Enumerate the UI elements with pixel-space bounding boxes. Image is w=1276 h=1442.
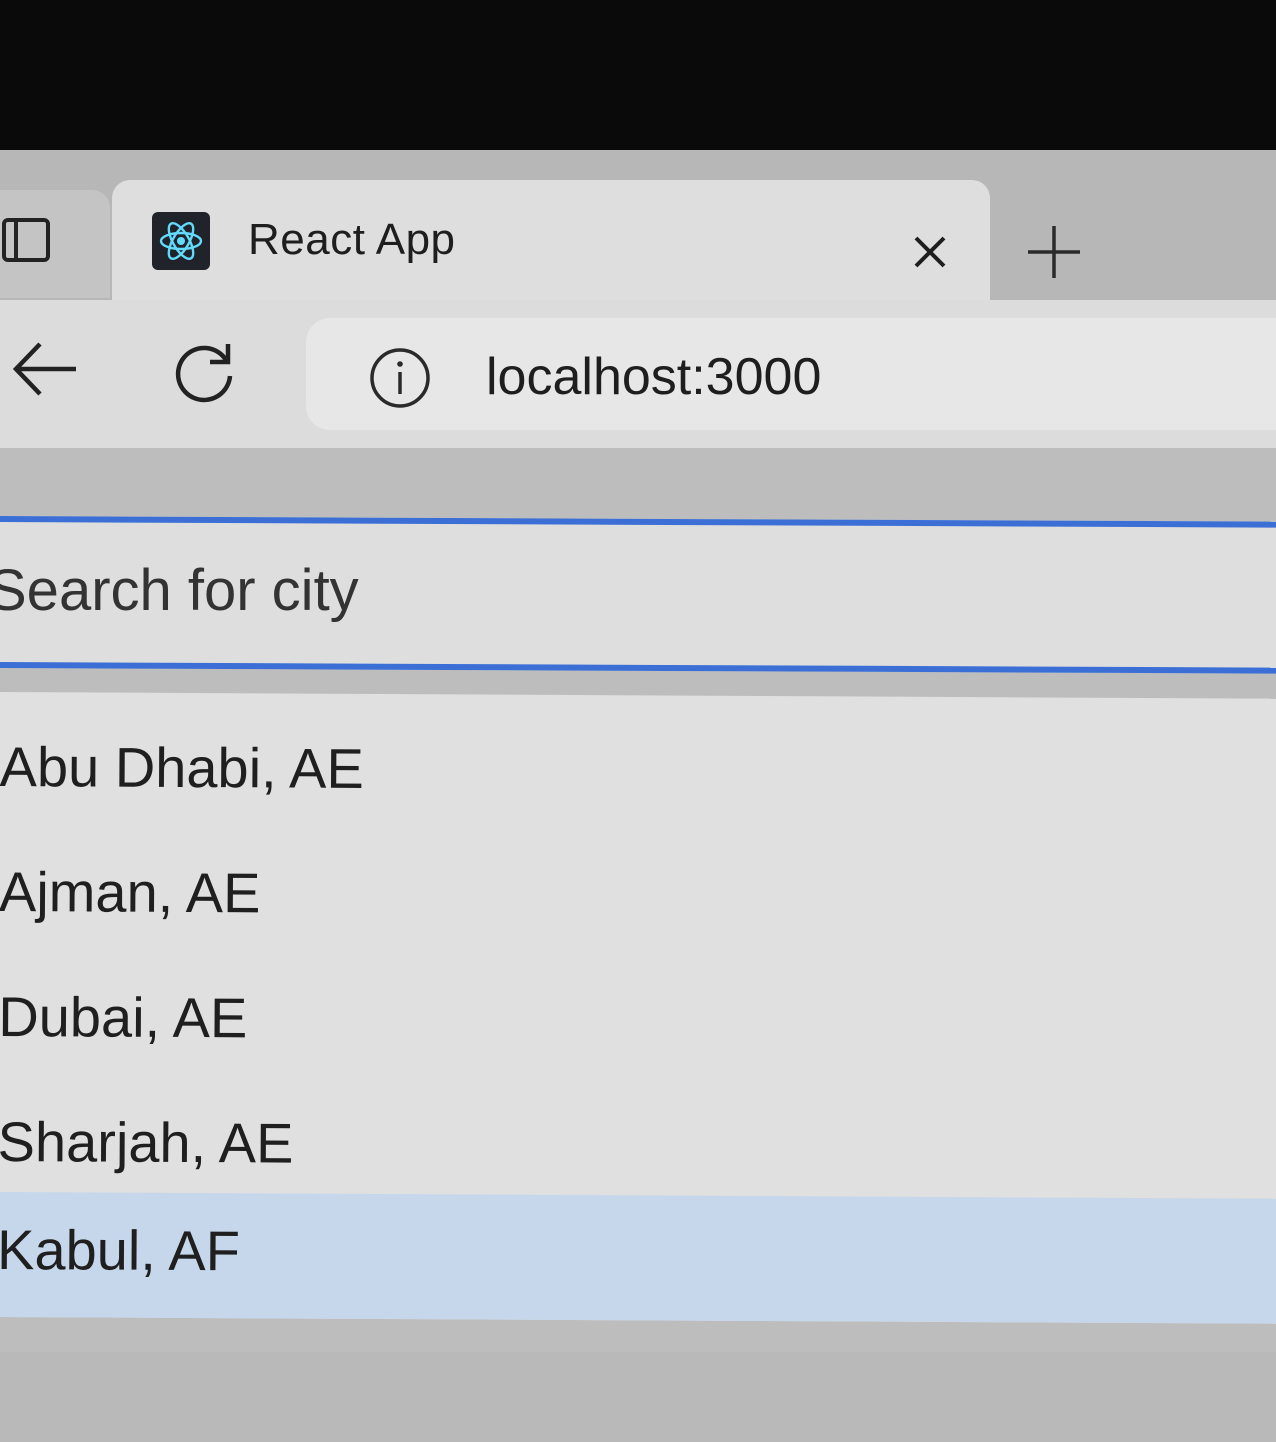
- info-icon[interactable]: [368, 346, 432, 410]
- monitor-bezel: [0, 0, 1276, 150]
- reload-icon[interactable]: [170, 338, 238, 406]
- close-icon[interactable]: [906, 228, 954, 276]
- city-search-input[interactable]: [0, 530, 1088, 650]
- city-suggestion[interactable]: Abu Dhabi, AE: [0, 692, 1276, 824]
- city-suggestion-highlighted[interactable]: Kabul, AF: [0, 1191, 1276, 1324]
- tab-react-app[interactable]: [112, 180, 990, 320]
- tab-title: React App: [248, 215, 456, 264]
- react-logo-icon: [152, 212, 210, 270]
- city-suggestion-list: Abu Dhabi, AE Ajman, AE Dubai, AE Sharja…: [0, 692, 1276, 1324]
- plus-icon[interactable]: [1024, 222, 1084, 282]
- city-suggestion[interactable]: Dubai, AE: [0, 942, 1276, 1074]
- screen: React App localhost:3000 Abu Dhabi, A: [0, 0, 1276, 1442]
- url-text[interactable]: localhost:3000: [486, 347, 821, 407]
- back-arrow-icon[interactable]: [10, 338, 80, 400]
- tab-actions-icon: [2, 218, 50, 262]
- city-suggestion[interactable]: Ajman, AE: [0, 817, 1276, 949]
- city-suggestion[interactable]: Sharjah, AE: [0, 1067, 1276, 1199]
- page-background: [0, 1352, 1276, 1442]
